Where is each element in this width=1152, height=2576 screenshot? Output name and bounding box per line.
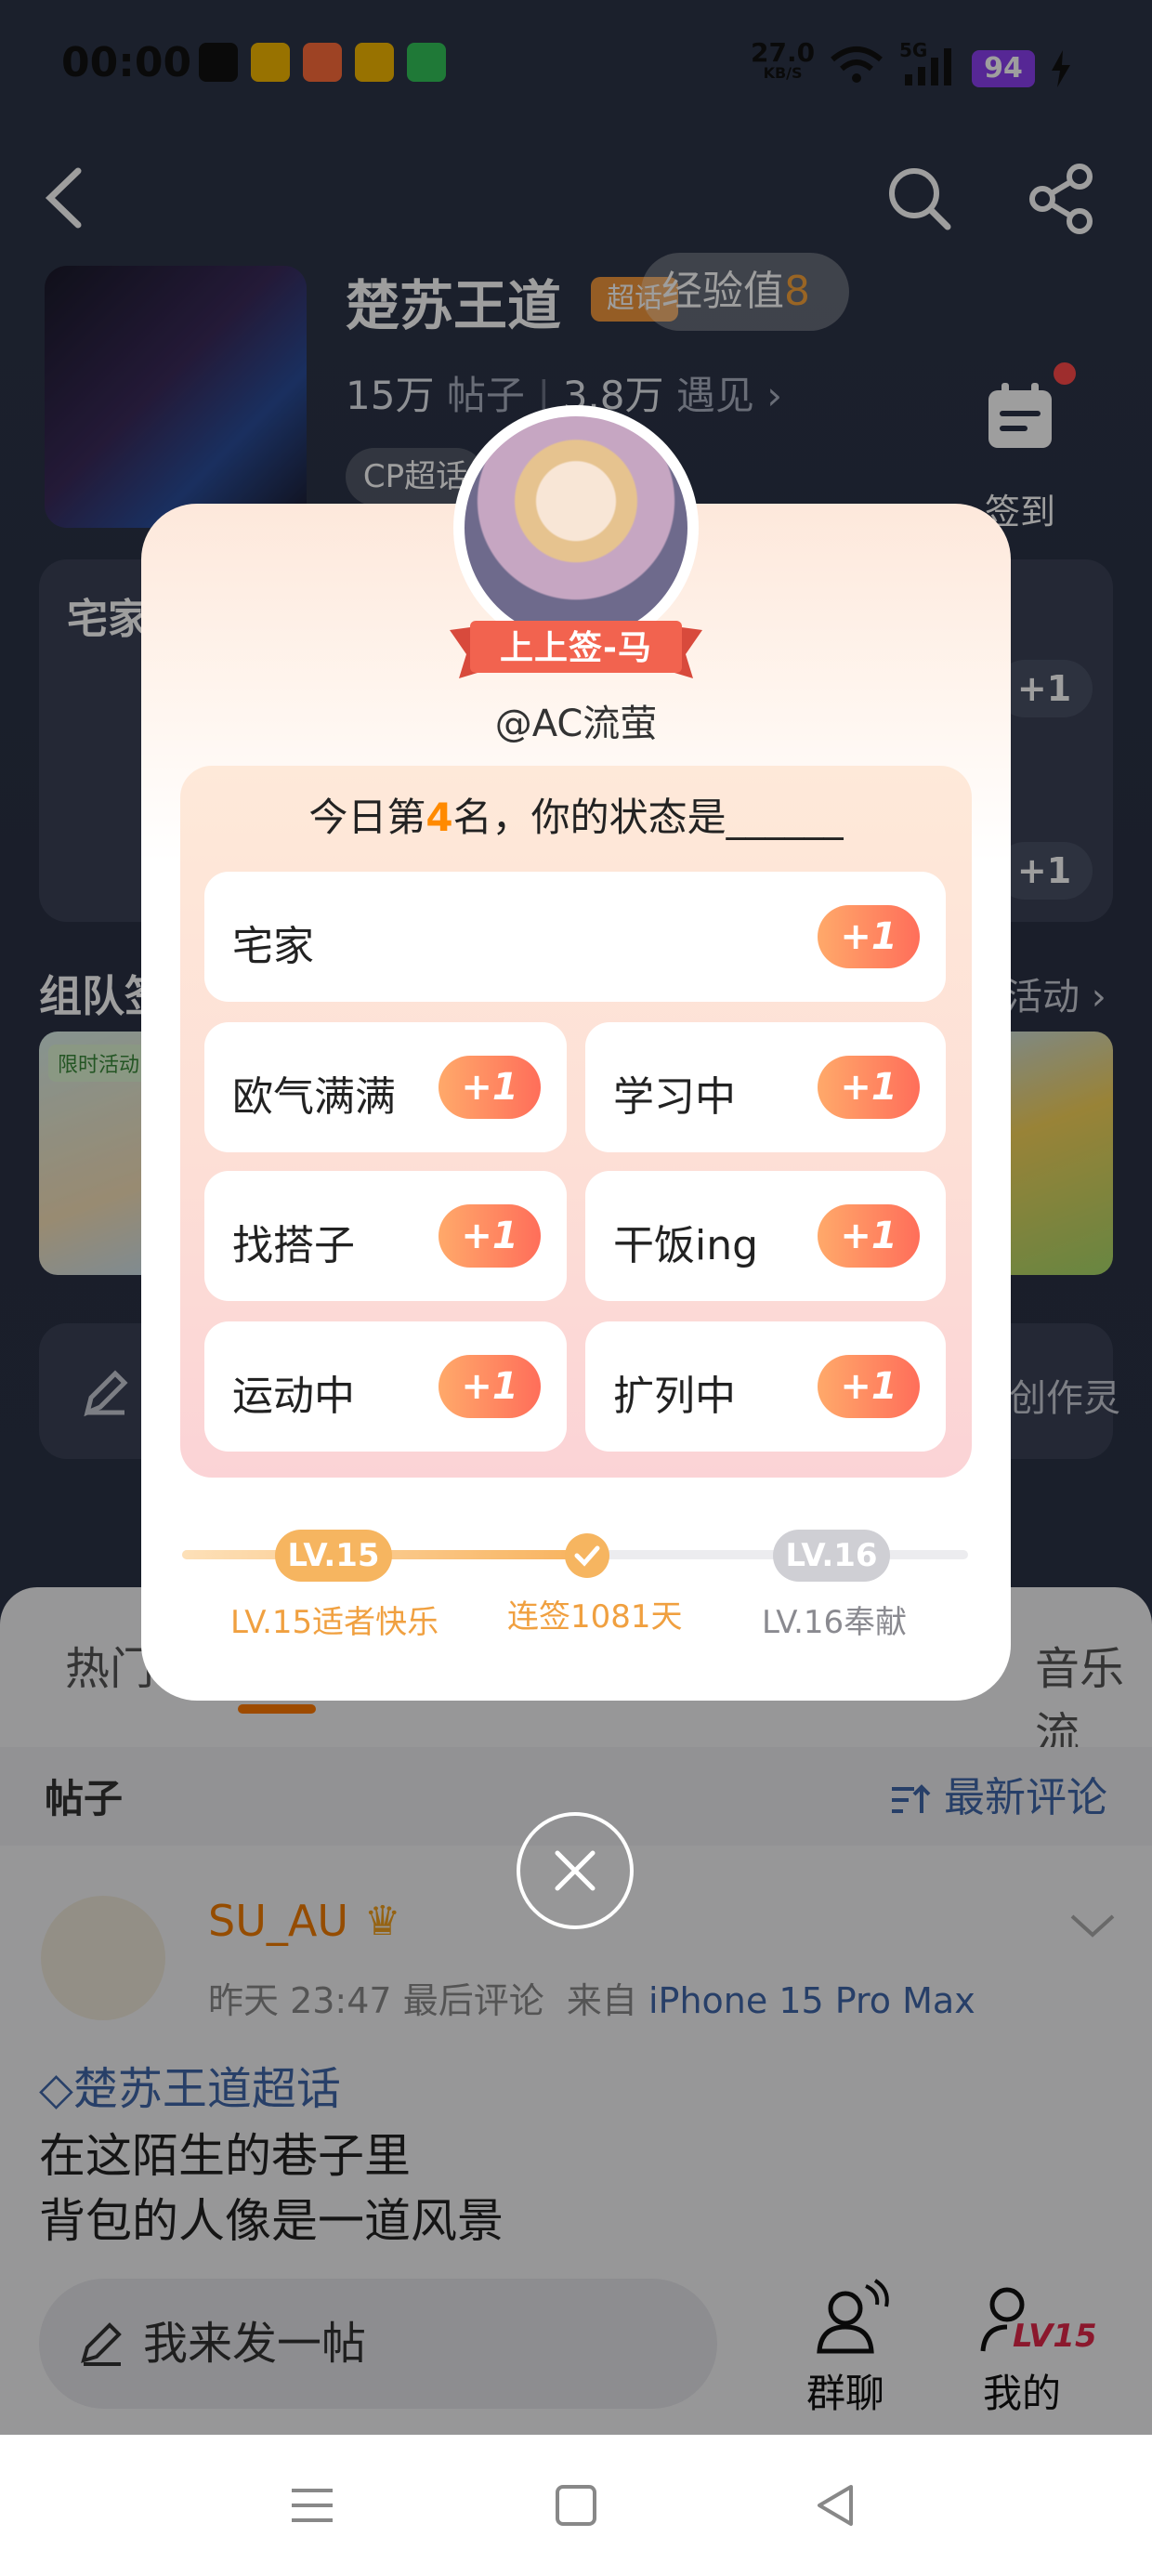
- plus-one-button[interactable]: +1: [818, 1056, 920, 1119]
- status-option-lucky[interactable]: 欧气满满 +1: [204, 1022, 567, 1152]
- menu-icon[interactable]: [284, 2477, 340, 2533]
- current-level-badge: LV.15: [275, 1530, 392, 1582]
- plus-one-button[interactable]: +1: [818, 1204, 920, 1268]
- user-handle: @AC流萤: [494, 703, 658, 745]
- fortune-ribbon-text: 上上签-马: [500, 629, 652, 667]
- plus-one-button[interactable]: +1: [439, 1204, 541, 1268]
- next-level-badge: LV.16: [773, 1530, 890, 1582]
- status-option-home[interactable]: 宅家 +1: [204, 872, 946, 1002]
- close-dialog-button[interactable]: [517, 1812, 634, 1929]
- plus-one-button[interactable]: +1: [818, 905, 920, 968]
- close-icon: [555, 1850, 596, 1891]
- plus-one-button[interactable]: +1: [439, 1056, 541, 1119]
- user-avatar: [453, 405, 699, 651]
- status-option-exercising[interactable]: 运动中 +1: [204, 1321, 567, 1452]
- home-square-icon[interactable]: [548, 2477, 604, 2533]
- status-question: 今日第4名，你的状态是______: [308, 795, 844, 840]
- streak-days-caption: 连签1081天: [507, 1598, 683, 1636]
- current-level-caption: LV.15适者快乐: [230, 1604, 439, 1641]
- plus-one-button[interactable]: +1: [439, 1355, 541, 1418]
- back-triangle-icon[interactable]: [808, 2477, 864, 2533]
- checkmark-icon: [565, 1533, 609, 1578]
- status-option-studying[interactable]: 学习中 +1: [585, 1022, 946, 1152]
- status-option-find-buddy[interactable]: 找搭子 +1: [204, 1171, 567, 1301]
- status-option-make-friends[interactable]: 扩列中 +1: [585, 1321, 946, 1452]
- status-option-eating[interactable]: 干饭ing +1: [585, 1171, 946, 1301]
- plus-one-button[interactable]: +1: [818, 1355, 920, 1418]
- avatar-image: [465, 416, 687, 639]
- next-level-caption: LV.16奉献: [762, 1604, 908, 1641]
